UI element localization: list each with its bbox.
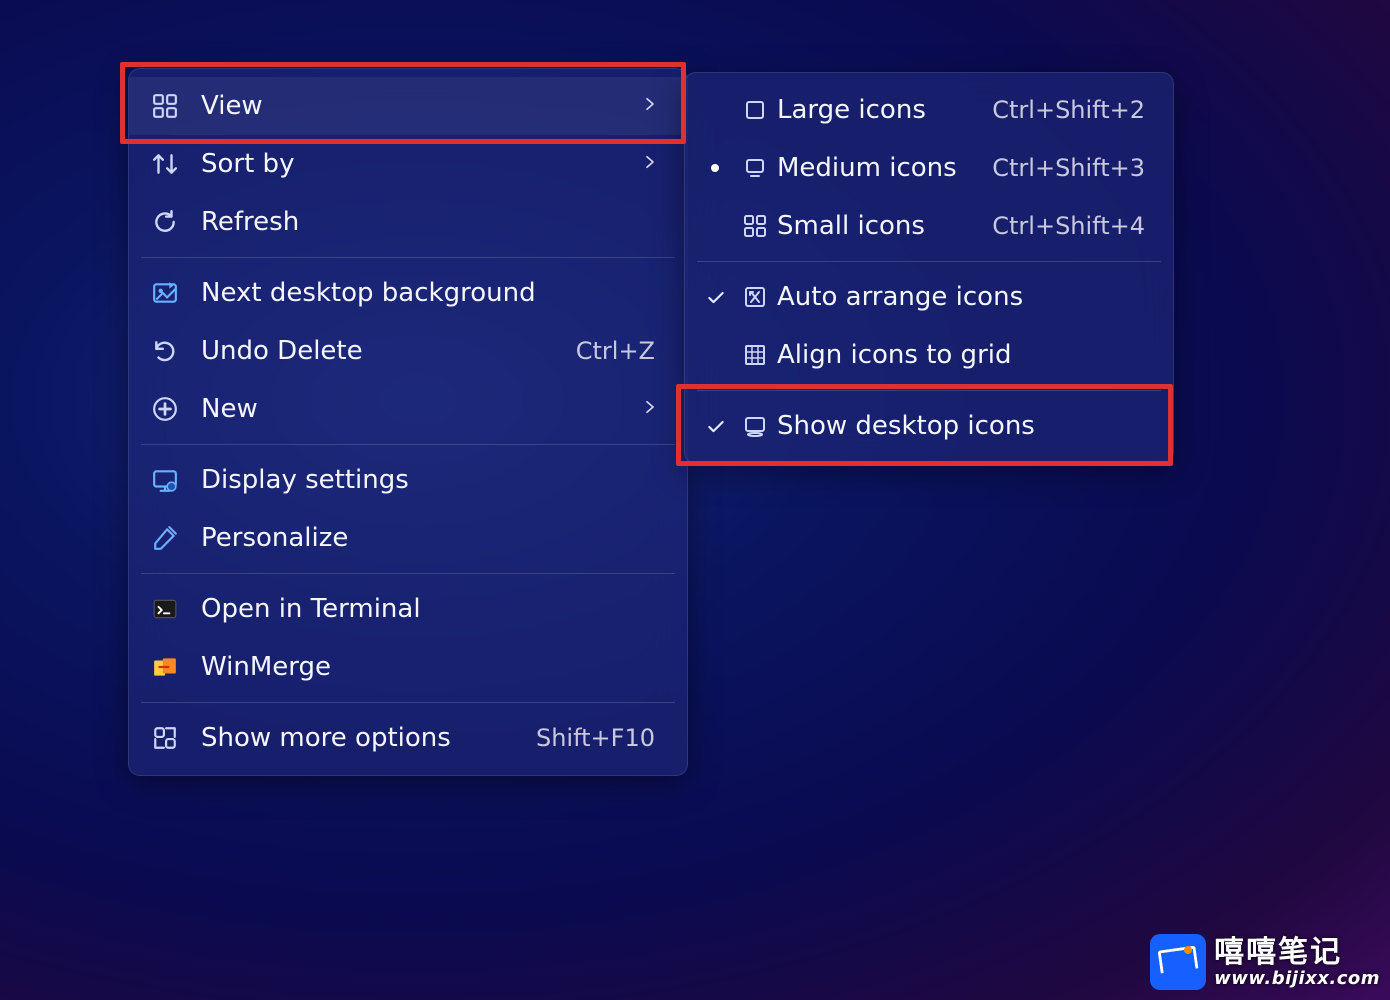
menu-separator [141,573,675,574]
menu-separator [141,444,675,445]
display-gear-icon [151,466,179,494]
radio-dot-icon [711,164,719,172]
submenu-item-small-icons[interactable]: Small iconsCtrl+Shift+4 [685,197,1173,255]
watermark: 嘻嘻笔记 www.bijixx.com [1150,934,1380,990]
submenu-item-label: Medium icons [777,153,992,183]
menu-item-label: Display settings [201,465,665,495]
grid-icon [733,214,777,238]
menu-item-personalize[interactable]: Personalize [129,509,687,567]
check-indicator [697,417,733,435]
menu-separator [697,390,1161,391]
align-grid-icon [733,343,777,367]
picture-next-icon [151,279,179,307]
watermark-title: 嘻嘻笔记 [1214,936,1380,969]
menu-item-display-settings[interactable]: Display settings [129,451,687,509]
desktop-context-menu: View Sort by Refresh Next desktop backgroun… [128,68,688,776]
winmerge-icon [151,653,179,681]
chevron-right-icon [641,94,659,118]
menu-item-label: View [201,91,619,121]
submenu-item-label: Auto arrange icons [777,282,1155,312]
menu-item-undo-delete[interactable]: Undo Delete Ctrl+Z [129,322,687,380]
medium-icon-icon [733,156,777,180]
menu-item-new[interactable]: New [129,380,687,438]
submenu-item-medium-icons[interactable]: Medium iconsCtrl+Shift+3 [685,139,1173,197]
submenu-item-shortcut: Ctrl+Shift+4 [992,212,1145,240]
submenu-item-label: Show desktop icons [777,411,1155,441]
brush-icon [151,524,179,552]
menu-item-winmerge[interactable]: WinMerge [129,638,687,696]
menu-item-label: Show more options [201,723,514,753]
menu-item-next-desktop-background[interactable]: Next desktop background [129,264,687,322]
watermark-logo-icon [1150,934,1206,990]
menu-item-view[interactable]: View [129,77,687,135]
menu-item-label: New [201,394,619,424]
menu-item-sort-by[interactable]: Sort by [129,135,687,193]
more-icon [151,724,179,752]
undo-icon [151,337,179,365]
menu-item-shortcut: Shift+F10 [536,724,655,752]
menu-item-label: WinMerge [201,652,665,682]
sort-icon [151,150,179,178]
menu-item-label: Open in Terminal [201,594,665,624]
menu-item-label: Sort by [201,149,619,179]
menu-item-label: Personalize [201,523,665,553]
submenu-item-show-desktop-icons[interactable]: Show desktop icons [685,397,1173,455]
terminal-icon [151,595,179,623]
menu-separator [141,257,675,258]
check-indicator [697,288,733,306]
chevron-right-icon [641,152,659,176]
menu-separator [141,702,675,703]
menu-item-label: Undo Delete [201,336,554,366]
menu-item-show-more-options[interactable]: Show more options Shift+F10 [129,709,687,767]
desktop-icon [733,414,777,438]
submenu-item-label: Small icons [777,211,992,241]
watermark-url: www.bijixx.com [1214,969,1380,989]
submenu-item-large-icons[interactable]: Large iconsCtrl+Shift+2 [685,81,1173,139]
view-submenu: Large iconsCtrl+Shift+2Medium iconsCtrl+… [684,72,1174,464]
submenu-item-label: Large icons [777,95,992,125]
submenu-item-align-icons-to-grid[interactable]: Align icons to grid [685,326,1173,384]
chevron-right-icon [641,397,659,421]
menu-item-label: Refresh [201,207,665,237]
checkmark-icon [706,417,724,435]
menu-item-open-in-terminal[interactable]: Open in Terminal [129,580,687,638]
submenu-item-shortcut: Ctrl+Shift+3 [992,154,1145,182]
checkmark-icon [706,288,724,306]
plus-circle-icon [151,395,179,423]
submenu-item-shortcut: Ctrl+Shift+2 [992,96,1145,124]
menu-item-refresh[interactable]: Refresh [129,193,687,251]
submenu-item-label: Align icons to grid [777,340,1155,370]
refresh-icon [151,208,179,236]
menu-separator [697,261,1161,262]
large-icon-icon [733,98,777,122]
grid-icon [151,92,179,120]
check-indicator [697,164,733,172]
submenu-item-auto-arrange-icons[interactable]: Auto arrange icons [685,268,1173,326]
menu-item-shortcut: Ctrl+Z [576,337,655,365]
auto-arrange-icon [733,285,777,309]
menu-item-label: Next desktop background [201,278,665,308]
